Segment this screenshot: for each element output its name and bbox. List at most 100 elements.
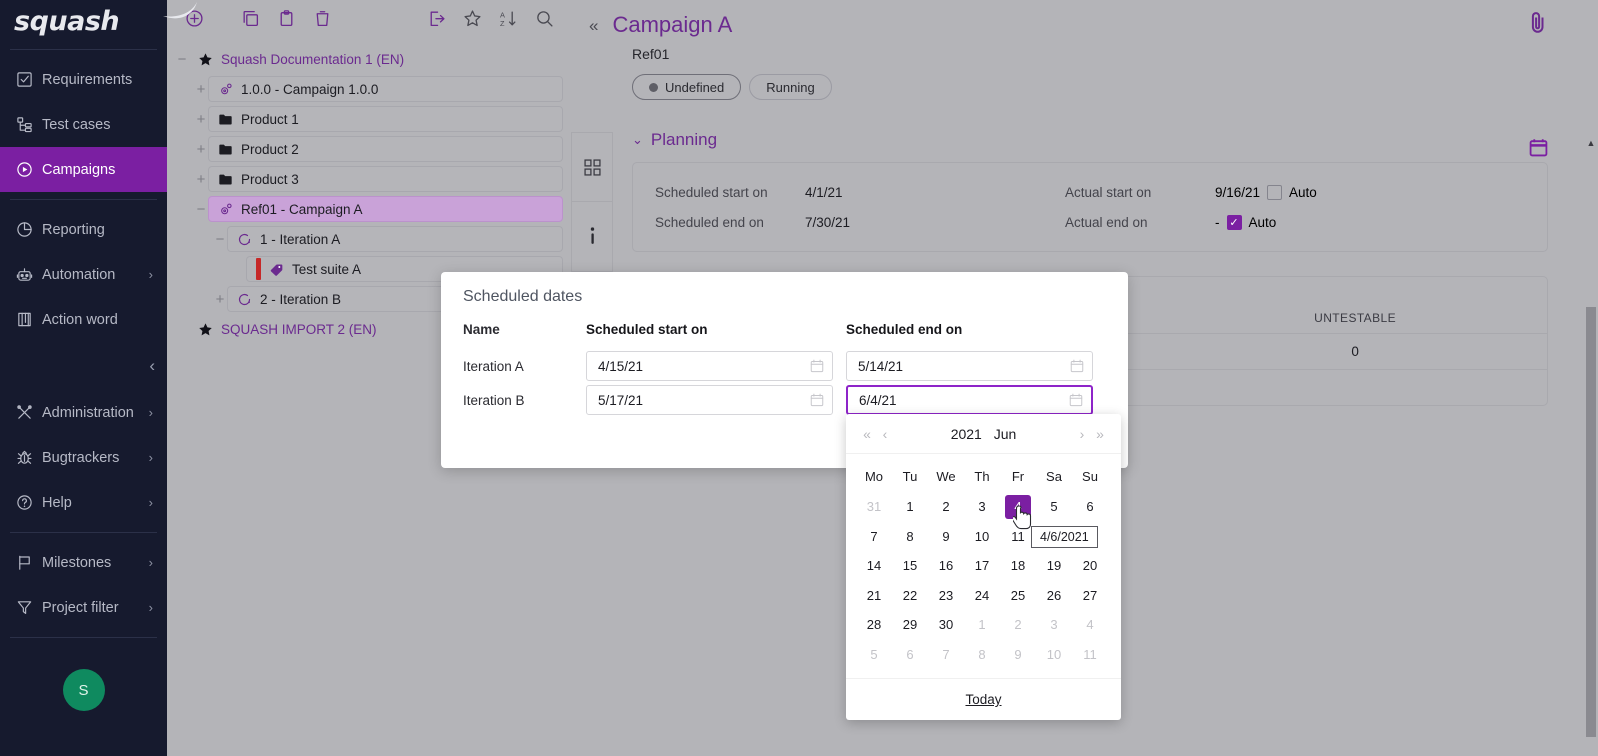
sidebar-item-project-filter[interactable]: Project filter› bbox=[0, 585, 167, 630]
prev-year-button[interactable]: « bbox=[858, 426, 876, 442]
calendar-day-cell[interactable]: 23 bbox=[928, 581, 964, 611]
calendar-day-cell[interactable]: 7 bbox=[928, 640, 964, 670]
tree-node-pill[interactable]: Ref01 - Campaign A bbox=[208, 196, 563, 222]
calendar-icon[interactable] bbox=[1070, 359, 1084, 373]
calendar-day-cell[interactable]: 11 bbox=[1072, 640, 1108, 670]
scheduled-start-input[interactable]: 5/17/21 bbox=[586, 385, 833, 415]
vertical-scrollbar[interactable]: ▲ bbox=[1584, 0, 1598, 756]
paste-button[interactable] bbox=[271, 6, 301, 36]
calendar-day-cell[interactable]: 22 bbox=[892, 581, 928, 611]
tree-node-pill[interactable]: 1 - Iteration A bbox=[227, 226, 563, 252]
calendar-icon[interactable] bbox=[1069, 393, 1083, 407]
calendar-day-cell[interactable]: 28 bbox=[856, 610, 892, 640]
sidebar-item-milestones[interactable]: Milestones› bbox=[0, 540, 167, 585]
tree-node-pill[interactable]: Product 1 bbox=[208, 106, 563, 132]
app-logo[interactable]: squash bbox=[0, 0, 167, 42]
calendar-day-cell[interactable]: 7 bbox=[856, 522, 892, 552]
calendar-day-cell[interactable]: 17 bbox=[964, 551, 1000, 581]
collapse-panel-button[interactable]: « bbox=[589, 16, 598, 36]
tree-node-pill[interactable]: 1.0.0 - Campaign 1.0.0 bbox=[208, 76, 563, 102]
tree-node-project[interactable]: −Squash Documentation 1 (EN) bbox=[167, 44, 571, 74]
tree-node-campaign[interactable]: −Ref01 - Campaign A bbox=[167, 194, 571, 224]
scheduled-end-value[interactable]: 7/30/21 bbox=[805, 215, 1065, 230]
tree-node-pill[interactable]: Product 2 bbox=[208, 136, 563, 162]
sidebar-item-bugtrackers[interactable]: Bugtrackers› bbox=[0, 435, 167, 480]
planning-calendar-icon[interactable] bbox=[1529, 138, 1548, 162]
sidebar-item-reporting[interactable]: Reporting bbox=[0, 207, 167, 252]
favorite-button[interactable] bbox=[457, 6, 487, 36]
dashboard-icon[interactable] bbox=[571, 132, 613, 202]
calendar-day-cell[interactable]: 3 bbox=[1036, 610, 1072, 640]
calendar-day-cell[interactable]: 16 bbox=[928, 551, 964, 581]
scheduled-end-input[interactable]: 5/14/21 bbox=[846, 351, 1093, 381]
scheduled-start-input[interactable]: 4/15/21 bbox=[586, 351, 833, 381]
scheduled-end-input[interactable]: 6/4/21 bbox=[846, 385, 1093, 415]
calendar-day-cell[interactable]: 5 bbox=[1036, 492, 1072, 522]
tree-node-folder[interactable]: +Product 2 bbox=[167, 134, 571, 164]
sidebar-item-action-word[interactable]: Action word bbox=[0, 297, 167, 342]
calendar-day-cell[interactable]: 31 bbox=[856, 492, 892, 522]
info-icon[interactable] bbox=[571, 202, 613, 272]
tree-node-folder[interactable]: +Product 3 bbox=[167, 164, 571, 194]
scheduled-start-value[interactable]: 4/1/21 bbox=[805, 185, 1065, 200]
delete-button[interactable] bbox=[307, 6, 337, 36]
tree-toggle[interactable] bbox=[175, 322, 189, 336]
paperclip-icon[interactable] bbox=[1528, 10, 1548, 41]
calendar-day-cell[interactable]: 27 bbox=[1072, 581, 1108, 611]
status-pill-undefined[interactable]: Undefined bbox=[632, 74, 741, 100]
calendar-icon[interactable] bbox=[810, 359, 824, 373]
calendar-day-cell[interactable]: 29 bbox=[892, 610, 928, 640]
calendar-day-cell[interactable]: 9 bbox=[928, 522, 964, 552]
calendar-day-cell[interactable]: 19 bbox=[1036, 551, 1072, 581]
tree-toggle[interactable]: − bbox=[175, 52, 189, 66]
actual-end-auto-checkbox[interactable]: ✓ bbox=[1227, 215, 1242, 230]
sidebar-item-campaigns[interactable]: Campaigns bbox=[0, 147, 167, 192]
calendar-day-cell[interactable]: 10 bbox=[964, 522, 1000, 552]
export-button[interactable] bbox=[421, 6, 451, 36]
tree-toggle[interactable]: + bbox=[213, 292, 227, 306]
avatar[interactable]: S bbox=[63, 669, 105, 711]
calendar-day-cell[interactable]: 20 bbox=[1072, 551, 1108, 581]
calendar-day-cell[interactable]: 25 bbox=[1000, 581, 1036, 611]
tree-node-pill[interactable]: Product 3 bbox=[208, 166, 563, 192]
calendar-day-cell[interactable]: 24 bbox=[964, 581, 1000, 611]
calendar-day-cell[interactable]: 6 bbox=[1072, 492, 1108, 522]
calendar-day-cell[interactable]: 2 bbox=[928, 492, 964, 522]
tree-toggle[interactable]: − bbox=[194, 202, 208, 216]
sidebar-item-test-cases[interactable]: Test cases bbox=[0, 102, 167, 147]
search-button[interactable] bbox=[529, 6, 559, 36]
calendar-day-cell[interactable]: 8 bbox=[892, 522, 928, 552]
calendar-day-cell[interactable]: 14 bbox=[856, 551, 892, 581]
tree-node-folder[interactable]: +Product 1 bbox=[167, 104, 571, 134]
calendar-day-cell[interactable]: 9 bbox=[1000, 640, 1036, 670]
calendar-icon[interactable] bbox=[810, 393, 824, 407]
sidebar-item-automation[interactable]: Automation› bbox=[0, 252, 167, 297]
calendar-day-cell[interactable]: 4 bbox=[1000, 492, 1036, 522]
tree-node-iteration[interactable]: −1 - Iteration A bbox=[167, 224, 571, 254]
tree-toggle[interactable]: + bbox=[194, 82, 208, 96]
tree-node-campaign[interactable]: +1.0.0 - Campaign 1.0.0 bbox=[167, 74, 571, 104]
planning-section-header[interactable]: ⌄ Planning bbox=[632, 130, 1598, 150]
status-pill-running[interactable]: Running bbox=[749, 74, 831, 100]
calendar-day-cell[interactable]: 15 bbox=[892, 551, 928, 581]
tree-toggle[interactable] bbox=[232, 262, 246, 276]
sidebar-item-administration[interactable]: Administration› bbox=[0, 390, 167, 435]
sidebar-item-help[interactable]: Help› bbox=[0, 480, 167, 525]
tree-project-node[interactable]: Squash Documentation 1 (EN) bbox=[189, 46, 563, 72]
calendar-day-cell[interactable]: 2 bbox=[1000, 610, 1036, 640]
calendar-day-cell[interactable]: 18 bbox=[1000, 551, 1036, 581]
calendar-day-cell[interactable]: 1 bbox=[964, 610, 1000, 640]
actual-start-auto-checkbox[interactable] bbox=[1267, 185, 1282, 200]
calendar-day-cell[interactable]: 10 bbox=[1036, 640, 1072, 670]
month-label[interactable]: Jun bbox=[994, 426, 1017, 442]
calendar-day-cell[interactable]: 26 bbox=[1036, 581, 1072, 611]
next-year-button[interactable]: » bbox=[1091, 426, 1109, 442]
calendar-day-cell[interactable]: 30 bbox=[928, 610, 964, 640]
today-button[interactable]: Today bbox=[965, 692, 1001, 707]
calendar-day-cell[interactable]: 5 bbox=[856, 640, 892, 670]
prev-month-button[interactable]: ‹ bbox=[876, 426, 894, 442]
copy-button[interactable] bbox=[235, 6, 265, 36]
calendar-day-cell[interactable]: 3 bbox=[964, 492, 1000, 522]
tree-toggle[interactable]: − bbox=[213, 232, 227, 246]
calendar-day-cell[interactable]: 1 bbox=[892, 492, 928, 522]
